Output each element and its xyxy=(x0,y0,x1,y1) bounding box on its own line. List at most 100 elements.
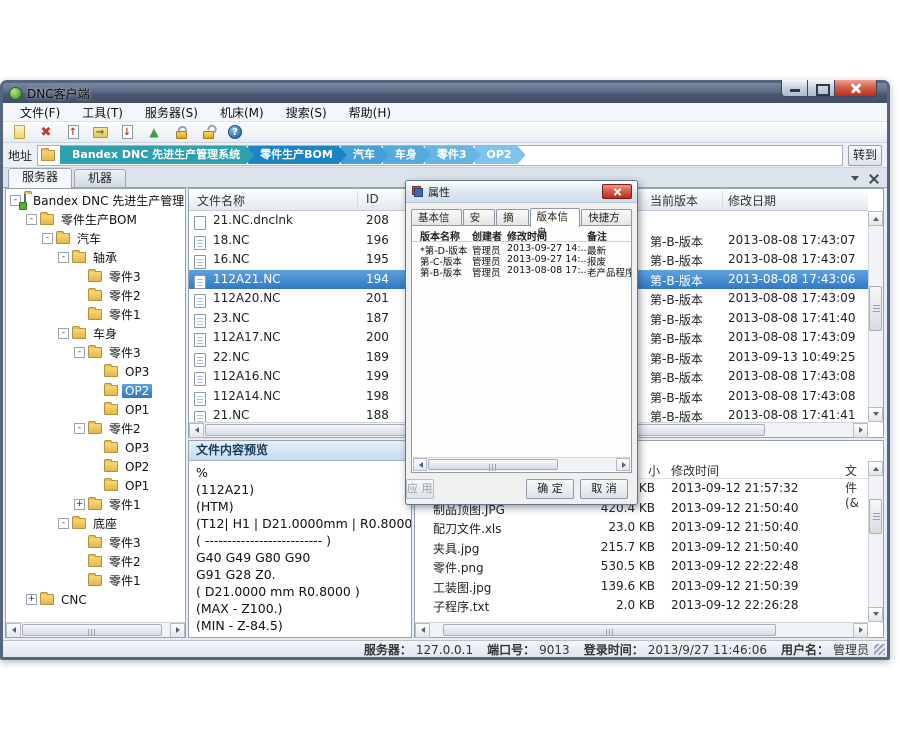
tree-node[interactable]: - 轴承 xyxy=(6,248,185,267)
column-name[interactable]: 文件名称 xyxy=(197,192,245,209)
scroll-down-icon[interactable] xyxy=(868,607,883,622)
breadcrumb-segment[interactable]: 零件生产BOM xyxy=(248,146,347,164)
tree-node[interactable]: + 零件1 xyxy=(6,495,185,514)
tree-node[interactable]: - 底座 xyxy=(6,514,185,533)
dialog-tab[interactable]: 快捷方式 xyxy=(581,209,632,226)
tree-node[interactable]: OP1 xyxy=(6,400,185,419)
tree-node[interactable]: 零件2 xyxy=(6,552,185,571)
scroll-up-icon[interactable] xyxy=(868,461,883,476)
menu-item[interactable]: 搜索(S) xyxy=(275,103,338,122)
dialog-button[interactable]: 应 用 xyxy=(406,479,434,499)
checkout-file-icon[interactable]: ↓ xyxy=(117,123,137,142)
column-date[interactable]: 修改日期 xyxy=(728,192,776,209)
close-button[interactable] xyxy=(835,80,877,97)
breadcrumb-segment[interactable]: 汽车 xyxy=(341,146,389,164)
tree-expander[interactable] xyxy=(90,480,101,491)
dialog-tab[interactable]: 摘要 xyxy=(496,209,528,226)
scroll-left-icon[interactable] xyxy=(6,623,21,638)
tree-expander[interactable] xyxy=(74,309,85,320)
tree-node[interactable]: - 汽车 xyxy=(6,229,185,248)
tab-list-dropdown-icon[interactable] xyxy=(851,176,859,185)
tree-node[interactable]: - 零件生产BOM xyxy=(6,210,185,229)
attachment-row[interactable]: 子程序.txt 2.0 KB 2013-09-12 22:26:28 xyxy=(415,596,868,616)
version-row[interactable]: *第-D-版本 管理员 2013-09-27 14:... 最新 xyxy=(412,243,631,254)
file-list-vscrollbar[interactable] xyxy=(868,211,883,422)
titlebar[interactable]: DNC客户端 xyxy=(3,83,887,103)
attachments-vscrollbar[interactable] xyxy=(868,461,883,622)
tree-expander[interactable]: - xyxy=(58,518,69,529)
help-icon[interactable]: ? xyxy=(225,123,245,142)
attachments-hscrollbar[interactable] xyxy=(415,622,868,637)
attachment-row[interactable]: 配刀文件.xls 23.0 KB 2013-09-12 21:50:40 xyxy=(415,518,868,538)
tree-node[interactable]: 零件3 xyxy=(6,267,185,286)
unlock-icon[interactable] xyxy=(198,123,218,142)
tree-node[interactable]: OP2 xyxy=(6,381,185,400)
dialog-tab[interactable]: 安全 xyxy=(463,209,495,226)
scroll-right-icon[interactable] xyxy=(853,423,868,438)
tree-node[interactable]: - 车身 xyxy=(6,324,185,343)
tree-node[interactable]: - Bandex DNC 先进生产管理系统 xyxy=(6,191,185,210)
column-time[interactable]: 修改时间 xyxy=(671,462,719,479)
checkin-file-icon[interactable]: ↑ xyxy=(63,123,83,142)
tree-expander[interactable]: - xyxy=(58,328,69,339)
tree-node[interactable]: 零件1 xyxy=(6,305,185,324)
version-row[interactable]: 第-C-版本 管理员 2013-09-27 14:... 报废 xyxy=(412,254,631,265)
close-tab-icon[interactable] xyxy=(869,174,879,184)
dialog-tab[interactable]: 基本信息 xyxy=(411,209,462,226)
menu-item[interactable]: 机床(M) xyxy=(209,103,275,122)
breadcrumb-segment[interactable]: 零件3 xyxy=(425,146,481,164)
scroll-right-icon[interactable] xyxy=(853,623,868,638)
tree-expander[interactable] xyxy=(74,537,85,548)
tree-expander[interactable]: + xyxy=(74,499,85,510)
dialog-close-button[interactable] xyxy=(602,184,632,199)
upload-icon[interactable]: ▲ xyxy=(144,123,164,142)
tree-expander[interactable]: - xyxy=(26,214,37,225)
tree-expander[interactable] xyxy=(90,385,101,396)
tree-expander[interactable] xyxy=(74,290,85,301)
attachment-row[interactable]: 夹具.jpg 215.7 KB 2013-09-12 21:50:40 xyxy=(415,538,868,558)
scroll-thumb[interactable] xyxy=(22,624,162,636)
attachment-row[interactable]: 工装图.jpg 139.6 KB 2013-09-12 21:50:39 xyxy=(415,577,868,597)
dialog-tab[interactable]: 版本信息 xyxy=(530,208,581,227)
minimize-button[interactable] xyxy=(781,80,808,97)
tree-expander[interactable] xyxy=(90,442,101,453)
column-remark[interactable]: 备注 xyxy=(587,228,607,243)
lock-icon[interactable] xyxy=(171,123,191,142)
column-modified[interactable]: 修改时间 xyxy=(507,228,587,243)
tree-expander[interactable] xyxy=(90,461,101,472)
dialog-button[interactable]: 取 消 xyxy=(580,479,628,499)
breadcrumb-segment[interactable]: Bandex DNC 先进生产管理系统 xyxy=(60,146,254,164)
column-version[interactable]: 当前版本 xyxy=(650,192,698,209)
column-id[interactable]: ID xyxy=(366,192,379,206)
tree-node[interactable]: + CNC xyxy=(6,590,185,609)
tree-expander[interactable] xyxy=(74,556,85,567)
open-folder-icon[interactable]: → xyxy=(90,123,110,142)
delete-icon[interactable]: ✖ xyxy=(36,123,56,142)
menu-item[interactable]: 工具(T) xyxy=(71,103,134,122)
scroll-thumb[interactable] xyxy=(869,499,882,534)
tree-node[interactable]: 零件3 xyxy=(6,533,185,552)
tree-expander[interactable] xyxy=(90,404,101,415)
scroll-left-icon[interactable] xyxy=(413,458,427,471)
column-size[interactable]: 小 xyxy=(648,462,660,479)
scroll-up-icon[interactable] xyxy=(868,211,883,226)
scroll-left-icon[interactable] xyxy=(415,623,430,638)
menu-item[interactable]: 文件(F) xyxy=(9,103,71,122)
view-tab[interactable]: 机器 xyxy=(74,169,126,187)
tree-expander[interactable]: - xyxy=(42,233,53,244)
tree-expander[interactable]: - xyxy=(74,423,85,434)
scroll-left-icon[interactable] xyxy=(189,423,204,438)
resize-grip-icon[interactable] xyxy=(874,644,885,655)
go-button[interactable]: 转到 xyxy=(848,145,882,166)
scroll-right-icon[interactable] xyxy=(616,458,630,471)
breadcrumb-segment[interactable]: OP2 xyxy=(475,146,526,164)
tree-node[interactable]: - 零件3 xyxy=(6,343,185,362)
attachment-row[interactable]: 零件.png 530.5 KB 2013-09-12 22:22:48 xyxy=(415,557,868,577)
scroll-thumb[interactable] xyxy=(443,624,776,636)
scroll-right-icon[interactable] xyxy=(170,623,185,638)
tree-node[interactable]: OP2 xyxy=(6,457,185,476)
tree-node[interactable]: OP3 xyxy=(6,362,185,381)
column-creator[interactable]: 创建者 xyxy=(472,228,502,243)
tree-node[interactable]: - 零件2 xyxy=(6,419,185,438)
scroll-thumb[interactable] xyxy=(869,286,882,331)
